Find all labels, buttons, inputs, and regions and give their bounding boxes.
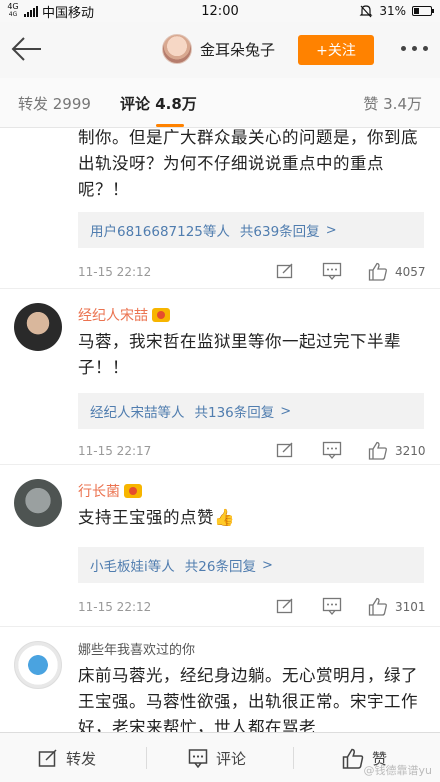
signal-icon — [24, 5, 38, 17]
comment-meta: 11-15 22:12 4057 — [78, 262, 426, 282]
user-avatar[interactable] — [14, 479, 62, 527]
comment-item: 娜些年我喜欢过的你 床前马蓉光，经纪身边躺。无心赏明月，绿了王宝强。马蓉性欲强，… — [0, 627, 440, 732]
carrier-name: 中国移动 — [42, 5, 95, 21]
like-icon[interactable] — [368, 597, 388, 616]
replies-count: 共136条回复 — [194, 405, 275, 421]
profile-avatar[interactable] — [162, 34, 192, 64]
comment-meta: 11-15 22:17 3210 — [78, 441, 426, 461]
comment-meta: 11-15 22:12 3101 — [78, 597, 426, 617]
repost-icon[interactable] — [276, 441, 294, 459]
comment-text: 支持王宝强的点赞👍 — [78, 508, 236, 527]
follow-button[interactable]: +关注 — [298, 35, 374, 65]
more-options-icon[interactable] — [401, 46, 428, 51]
repost-button[interactable]: 转发 — [38, 733, 96, 782]
reply-icon[interactable] — [322, 597, 342, 615]
divider — [293, 747, 294, 769]
profile-name[interactable]: 金耳朵兔子 — [200, 39, 275, 60]
chevron-right-icon: > — [280, 403, 292, 419]
like-count: 4057 — [395, 265, 426, 279]
network-indicator: 4G 4G — [7, 2, 19, 19]
repost-icon — [38, 749, 57, 767]
comment-icon — [188, 749, 208, 768]
chevron-right-icon: > — [325, 222, 337, 238]
watermark: @钱德靠谱yu — [363, 764, 432, 777]
comment-author[interactable]: 行长菌 — [78, 481, 142, 501]
tab-reposts[interactable]: 转发 2999 — [18, 93, 91, 114]
thumbs-up-icon — [342, 748, 364, 769]
user-avatar[interactable] — [14, 303, 62, 351]
comment-time: 11-15 22:12 — [78, 600, 152, 614]
back-arrow-icon[interactable] — [10, 34, 44, 64]
comment-item: 经纪人宋喆 马蓉，我宋哲在监狱里等你一起过完下半辈子！！ 经纪人宋喆等人 共13… — [0, 289, 440, 465]
repost-icon[interactable] — [276, 597, 294, 615]
replies-link[interactable]: 小毛板娃i等人 共26条回复 > — [78, 547, 424, 583]
mute-bell-icon — [359, 5, 373, 18]
tab-comments[interactable]: 评论 4.8万 — [120, 93, 197, 114]
comment-author[interactable]: 经纪人宋喆 — [78, 305, 170, 325]
battery-percent: 31% — [379, 4, 406, 18]
repost-label: 转发 — [66, 749, 97, 768]
bottom-action-bar: 转发 评论 赞 @钱德靠谱yu — [0, 732, 440, 782]
tabs: 转发 2999 评论 4.8万 赞 3.4万 — [0, 78, 440, 128]
comment-item: 制你。但是广大群众最关心的问题是，你到底出轨没呀？为何不仔细说说重点中的重点呢？… — [0, 129, 440, 289]
replies-count: 共639条回复 — [239, 224, 320, 240]
comment-time: 11-15 22:12 — [78, 265, 152, 279]
divider — [146, 747, 147, 769]
comment-label: 评论 — [216, 749, 247, 768]
crown-badge-icon — [152, 308, 170, 322]
replies-link[interactable]: 用户6816687125等人 共639条回复 > — [78, 212, 424, 248]
comment-text: 马蓉，我宋哲在监狱里等你一起过完下半辈子！！ — [78, 332, 401, 377]
like-icon[interactable] — [368, 441, 388, 460]
profile-info[interactable]: 金耳朵兔子 — [162, 34, 275, 64]
repost-icon[interactable] — [276, 262, 294, 280]
comment-list[interactable]: 制你。但是广大群众最关心的问题是，你到底出轨没呀？为何不仔细说说重点中的重点呢？… — [0, 129, 440, 732]
like-icon[interactable] — [368, 262, 388, 281]
replies-user: 小毛板娃i等人 — [90, 559, 175, 575]
reply-icon[interactable] — [322, 262, 342, 280]
battery-icon — [412, 6, 434, 16]
reply-icon[interactable] — [322, 441, 342, 459]
like-count: 3210 — [395, 444, 426, 458]
status-right: 31% — [359, 4, 434, 18]
like-count: 3101 — [395, 600, 426, 614]
status-bar: 4G 4G 中国移动 12:00 31% — [0, 0, 440, 22]
status-left: 4G 4G 中国移动 — [6, 2, 94, 21]
replies-user: 用户6816687125等人 — [90, 224, 230, 240]
user-avatar[interactable] — [14, 641, 62, 689]
replies-count: 共26条回复 — [184, 559, 256, 575]
comment-time: 11-15 22:17 — [78, 444, 152, 458]
header: 金耳朵兔子 +关注 — [0, 22, 440, 78]
replies-link[interactable]: 经纪人宋喆等人 共136条回复 > — [78, 393, 424, 429]
comment-text: 制你。但是广大群众最关心的问题是，你到底出轨没呀？为何不仔细说说重点中的重点呢？… — [78, 129, 418, 199]
comment-text: 床前马蓉光，经纪身边躺。无心赏明月，绿了王宝强。马蓉性欲强，出轨很正常。宋宇工作… — [78, 666, 418, 732]
comment-author[interactable]: 娜些年我喜欢过的你 — [78, 639, 195, 658]
comment-item: 行长菌 支持王宝强的点赞👍 小毛板娃i等人 共26条回复 > 11-15 22:… — [0, 465, 440, 627]
crown-badge-icon — [124, 484, 142, 498]
comment-button[interactable]: 评论 — [188, 733, 246, 782]
chevron-right-icon: > — [261, 557, 273, 573]
replies-user: 经纪人宋喆等人 — [90, 405, 185, 421]
active-tab-indicator — [156, 124, 184, 127]
tab-likes[interactable]: 赞 3.4万 — [363, 93, 422, 114]
